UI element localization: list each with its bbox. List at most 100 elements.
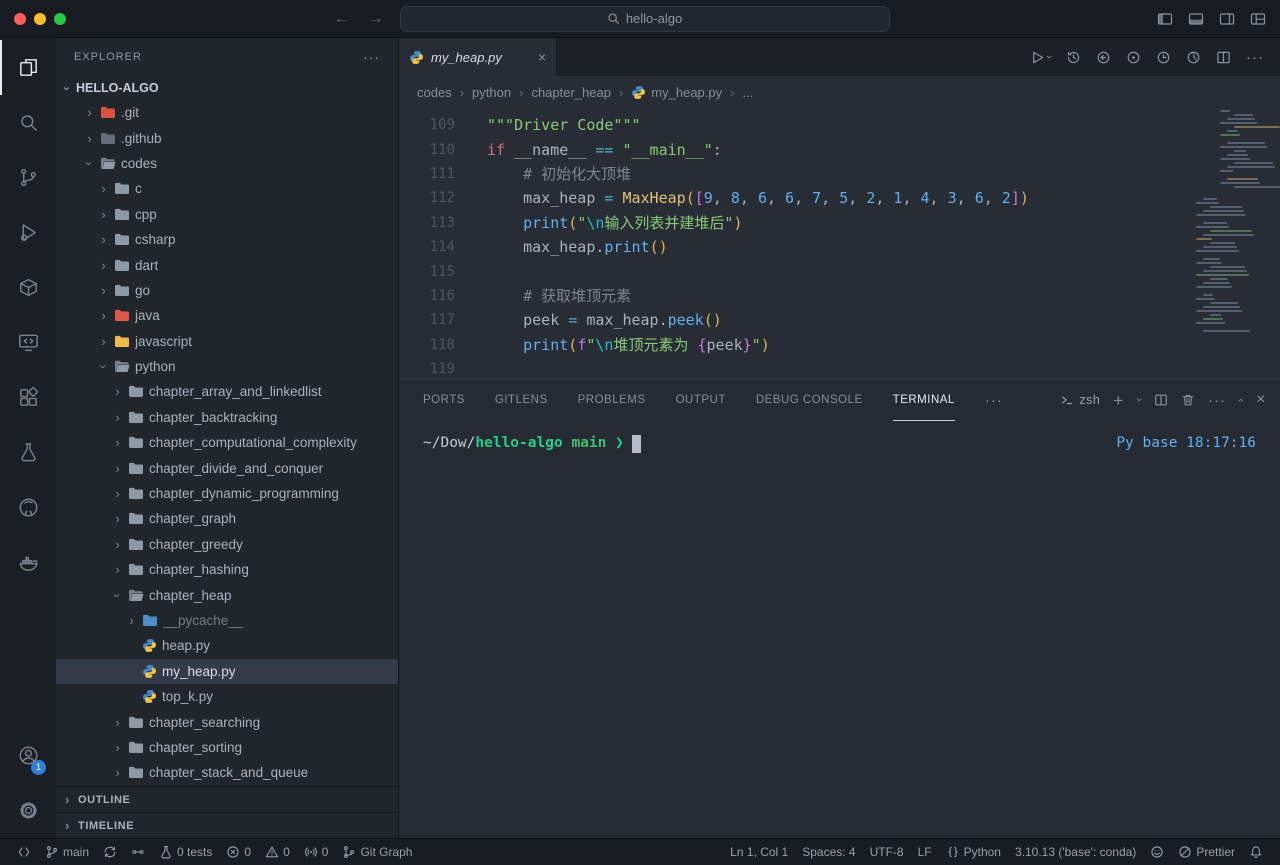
status-eol-sequence[interactable]: LF — [911, 845, 939, 859]
status-encoding[interactable]: UTF-8 — [863, 845, 911, 859]
navigate-forward-icon[interactable]: → — [368, 10, 384, 28]
tree-item-chapter-heap[interactable]: ›chapter_heap — [56, 582, 398, 607]
status-prettier-status[interactable]: Prettier — [1171, 845, 1242, 859]
breadcrumb-item[interactable]: chapter_heap — [531, 85, 611, 100]
status-git-branch[interactable]: main — [38, 845, 96, 859]
status-gitlens-compare[interactable] — [124, 845, 152, 859]
tree-item-codes[interactable]: ›codes — [56, 151, 398, 176]
activity-extensions-icon[interactable] — [0, 370, 56, 425]
tree-item-heap-py[interactable]: heap.py — [56, 633, 398, 658]
code-line-117[interactable]: 117 peek = max_heap.peek() — [399, 308, 1280, 332]
code-line-113[interactable]: 113 print("\n输入列表并建堆后") — [399, 211, 1280, 235]
pie-heatmap-icon[interactable] — [1186, 50, 1201, 65]
tree-item-dart[interactable]: ›dart — [56, 252, 398, 277]
activity-search-icon[interactable] — [0, 95, 56, 150]
tree-item-chapter-graph[interactable]: ›chapter_graph — [56, 506, 398, 531]
activity-run-debug-icon[interactable] — [0, 205, 56, 260]
tree-item-javascript[interactable]: ›javascript — [56, 329, 398, 354]
tree-item-pycache[interactable]: ›__pycache__ — [56, 608, 398, 633]
minimize-window-button[interactable] — [34, 13, 46, 25]
terminal-dropdown-chevron-icon[interactable]: › — [1133, 398, 1145, 402]
more-editor-actions-icon[interactable]: ··· — [1246, 49, 1264, 66]
code-line-119[interactable]: 119 — [399, 357, 1280, 381]
maximize-panel-icon[interactable]: › — [1235, 398, 1247, 402]
code-line-114[interactable]: 114 max_heap.print() — [399, 235, 1280, 259]
code-line-112[interactable]: 112 max_heap = MaxHeap([9, 8, 6, 6, 7, 5… — [399, 186, 1280, 210]
status-indentation[interactable]: Spaces: 4 — [795, 845, 862, 859]
status-test-status[interactable]: 0 tests — [152, 845, 219, 859]
breadcrumb-item[interactable]: my_heap.py — [631, 85, 722, 100]
panel-more-tabs-icon[interactable]: ··· — [985, 379, 1003, 421]
tree-item-chapter-backtracking[interactable]: ›chapter_backtracking — [56, 405, 398, 430]
toggle-panel-icon[interactable] — [1188, 11, 1204, 27]
outline-section[interactable]: › OUTLINE — [56, 786, 398, 812]
panel-tab-problems[interactable]: PROBLEMS — [578, 379, 646, 421]
navigate-back-icon[interactable]: ← — [334, 10, 350, 28]
explorer-more-actions-icon[interactable]: ··· — [363, 49, 380, 65]
status-cursor-position[interactable]: Ln 1, Col 1 — [723, 845, 795, 859]
tab-my-heap-py[interactable]: my_heap.py × — [399, 38, 557, 76]
account-icon[interactable]: 1 — [0, 728, 56, 783]
panel-tab-terminal[interactable]: TERMINAL — [893, 379, 955, 421]
new-terminal-button[interactable]: + — [1113, 392, 1123, 409]
status-sync-changes[interactable] — [96, 845, 124, 859]
tree-item-csharp[interactable]: ›csharp — [56, 227, 398, 252]
timeline-section[interactable]: › TIMELINE — [56, 812, 398, 838]
tree-item-git[interactable]: ›.git — [56, 100, 398, 125]
status-notifications[interactable] — [1242, 845, 1270, 859]
status-feedback[interactable] — [1143, 845, 1171, 859]
gitlens-commit-icon[interactable] — [1156, 50, 1171, 65]
tree-item-go[interactable]: ›go — [56, 278, 398, 303]
minimap[interactable] — [1194, 110, 1264, 334]
code-line-116[interactable]: 116 # 获取堆顶元素 — [399, 284, 1280, 308]
timeline-history-icon[interactable] — [1066, 50, 1081, 65]
activity-explorer-icon[interactable] — [0, 40, 56, 95]
close-panel-icon[interactable]: × — [1256, 392, 1266, 408]
toggle-sidebar-icon[interactable] — [1157, 11, 1173, 27]
tree-item-chapter-greedy[interactable]: ›chapter_greedy — [56, 532, 398, 557]
tree-item-chapter-divide-and-conquer[interactable]: ›chapter_divide_and_conquer — [56, 455, 398, 480]
code-line-115[interactable]: 115 — [399, 259, 1280, 283]
breadcrumb-item[interactable]: ... — [742, 85, 753, 100]
code-line-118[interactable]: 118 print(f"\n堆顶元素为 {peek}") — [399, 333, 1280, 357]
run-options-chevron-icon[interactable]: › — [1043, 55, 1055, 59]
tree-item-java[interactable]: ›java — [56, 303, 398, 328]
close-window-button[interactable] — [14, 13, 26, 25]
terminal-more-actions-icon[interactable]: ··· — [1208, 392, 1226, 409]
split-editor-icon[interactable] — [1216, 50, 1231, 65]
code-line-110[interactable]: 110if __name__ == "__main__": — [399, 137, 1280, 161]
status-language-mode[interactable]: Python — [939, 845, 1008, 859]
customize-layout-icon[interactable] — [1250, 11, 1266, 27]
tree-item-c[interactable]: ›c — [56, 176, 398, 201]
status-remote-indicator[interactable] — [10, 845, 38, 859]
terminal[interactable]: ~/Dow/hello-algo main ❯ Py base 18:17:16 — [399, 421, 1280, 838]
status-error-count[interactable]: 0 — [219, 845, 258, 859]
tree-item-chapter-hashing[interactable]: ›chapter_hashing — [56, 557, 398, 582]
activity-github-icon[interactable] — [0, 480, 56, 535]
run-python-file-button[interactable]: › — [1030, 50, 1051, 65]
status-warning-count[interactable]: 0 — [258, 845, 297, 859]
tree-item-top-k-py[interactable]: top_k.py — [56, 684, 398, 709]
status-git-graph[interactable]: Git Graph — [335, 845, 419, 859]
panel-tab-ports[interactable]: PORTS — [423, 379, 465, 421]
gitlens-graph-icon[interactable] — [1126, 50, 1141, 65]
gitlens-compare-icon[interactable] — [1096, 50, 1111, 65]
tree-item-github[interactable]: ›.github — [56, 125, 398, 150]
tree-item-chapter-sorting[interactable]: ›chapter_sorting — [56, 735, 398, 760]
kill-terminal-trash-icon[interactable] — [1181, 393, 1195, 407]
panel-tab-output[interactable]: OUTPUT — [676, 379, 726, 421]
tree-item-my-heap-py[interactable]: my_heap.py — [56, 659, 398, 684]
activity-docker-icon[interactable] — [0, 535, 56, 590]
zoom-window-button[interactable] — [54, 13, 66, 25]
activity-source-control-icon[interactable] — [0, 150, 56, 205]
code-line-111[interactable]: 111 # 初始化大顶堆 — [399, 162, 1280, 186]
settings-gear-icon[interactable] — [0, 783, 56, 838]
activity-packages-icon[interactable] — [0, 260, 56, 315]
toggle-secondary-sidebar-icon[interactable] — [1219, 11, 1235, 27]
tree-item-chapter-dynamic-programming[interactable]: ›chapter_dynamic_programming — [56, 481, 398, 506]
shell-selector[interactable]: zsh — [1060, 393, 1100, 407]
code-editor[interactable]: 109"""Driver Code"""110if __name__ == "_… — [399, 108, 1280, 378]
activity-testing-icon[interactable] — [0, 425, 56, 480]
tree-item-chapter-stack-and-queue[interactable]: ›chapter_stack_and_queue — [56, 760, 398, 785]
command-center-search[interactable]: hello-algo — [400, 6, 890, 32]
